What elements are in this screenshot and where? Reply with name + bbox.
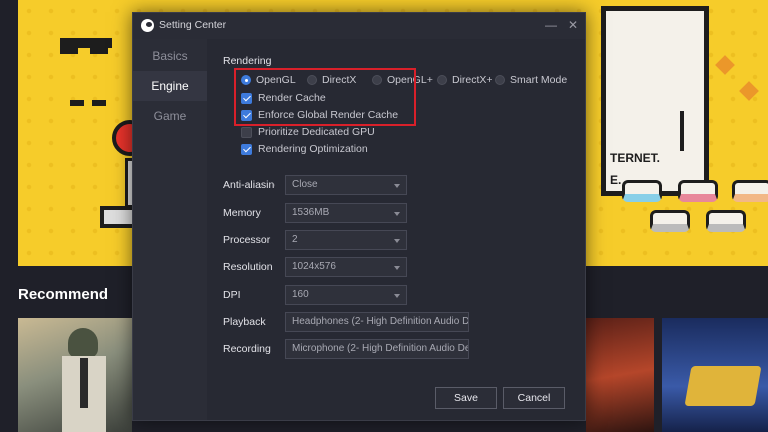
anti-aliasing-select[interactable]: Close: [285, 175, 407, 195]
checkbox-prioritize-dedicated-gpu[interactable]: Prioritize Dedicated GPU: [241, 125, 375, 139]
dialog-titlebar[interactable]: Setting Center — ✕: [133, 13, 585, 39]
chevron-down-icon: [394, 212, 400, 216]
recording-select[interactable]: Microphone (2- High Definition Audio Dev…: [285, 339, 469, 359]
annotation-highlight-box: [234, 68, 416, 126]
resolution-label: Resolution: [223, 261, 273, 273]
pixel-key-grey: [706, 210, 746, 232]
pixel-sunglasses-art: [60, 38, 112, 54]
processor-value: 2: [292, 234, 298, 245]
close-icon[interactable]: ✕: [565, 17, 581, 33]
radio-directx-plus[interactable]: DirectX+: [437, 73, 493, 87]
memory-label: Memory: [223, 207, 261, 219]
processor-label: Processor: [223, 234, 271, 246]
chevron-down-icon: [394, 294, 400, 298]
save-button[interactable]: Save: [435, 387, 497, 409]
checkbox-rendering-optimization[interactable]: Rendering Optimization: [241, 142, 368, 156]
sidebar-item-basics[interactable]: Basics: [133, 41, 207, 71]
game-thumbnail[interactable]: [586, 318, 654, 432]
banner-text-line1: TERNET.: [610, 151, 661, 165]
checkbox-indicator: [241, 143, 252, 155]
pixel-key-blue: [622, 180, 662, 202]
memory-select[interactable]: 1536MB: [285, 203, 407, 223]
radio-indicator: [437, 75, 447, 85]
playback-select[interactable]: Headphones (2- High Definition Audio Dev…: [285, 312, 469, 332]
character-tie: [80, 358, 88, 408]
sidebar-item-engine[interactable]: Engine: [133, 71, 207, 101]
app-logo-icon: [141, 19, 154, 32]
memory-value: 1536MB: [292, 207, 330, 218]
pixel-key-grey: [650, 210, 690, 232]
dpi-value: 160: [292, 289, 309, 300]
recording-label: Recording: [223, 343, 271, 355]
dpi-label: DPI: [223, 289, 241, 301]
minimize-icon[interactable]: —: [543, 17, 559, 33]
pixel-key-peach: [732, 180, 768, 202]
recommend-heading: Recommend: [18, 286, 109, 303]
pixel-eyes-art: [70, 100, 84, 106]
pixel-card-illustration: TERNET. E.: [601, 6, 709, 196]
anti-aliasing-label: Anti-aliasing: [223, 179, 275, 191]
banner-text-line2: E.: [610, 173, 622, 187]
chevron-down-icon: [394, 184, 400, 188]
character-helmet: [68, 328, 98, 358]
game-logo: [684, 366, 762, 406]
resolution-select[interactable]: 1024x576: [285, 257, 407, 277]
radio-smart-mode[interactable]: Smart Mode: [495, 73, 577, 87]
rendering-section-title: Rendering: [223, 55, 272, 67]
recording-value: Microphone (2- High Definition Audio Dev…: [292, 343, 468, 354]
resolution-value: 1024x576: [292, 261, 336, 272]
chevron-down-icon: [394, 239, 400, 243]
cancel-button[interactable]: Cancel: [503, 387, 565, 409]
checkbox-indicator: [241, 126, 252, 138]
settings-sidebar: Basics Engine Game: [133, 39, 207, 420]
game-thumbnail[interactable]: [662, 318, 768, 432]
processor-select[interactable]: 2: [285, 230, 407, 250]
checkbox-label: Prioritize Dedicated GPU: [258, 126, 375, 138]
sidebar-item-game[interactable]: Game: [133, 101, 207, 131]
pixel-key-pink: [678, 180, 718, 202]
checkbox-label: Rendering Optimization: [258, 143, 368, 155]
playback-label: Playback: [223, 316, 266, 328]
game-thumbnail[interactable]: [18, 318, 132, 432]
radio-label: DirectX+: [452, 74, 493, 86]
card-cursor-bar: [680, 111, 684, 151]
radio-label: Smart Mode: [510, 74, 568, 86]
dialog-title: Setting Center: [159, 19, 227, 31]
dpi-select[interactable]: 160: [285, 285, 407, 305]
radio-indicator: [495, 75, 505, 85]
chevron-down-icon: [394, 266, 400, 270]
anti-aliasing-value: Close: [292, 179, 318, 190]
playback-value: Headphones (2- High Definition Audio Dev…: [292, 316, 469, 327]
settings-dialog: Setting Center — ✕ Basics Engine Game Re…: [132, 12, 586, 421]
